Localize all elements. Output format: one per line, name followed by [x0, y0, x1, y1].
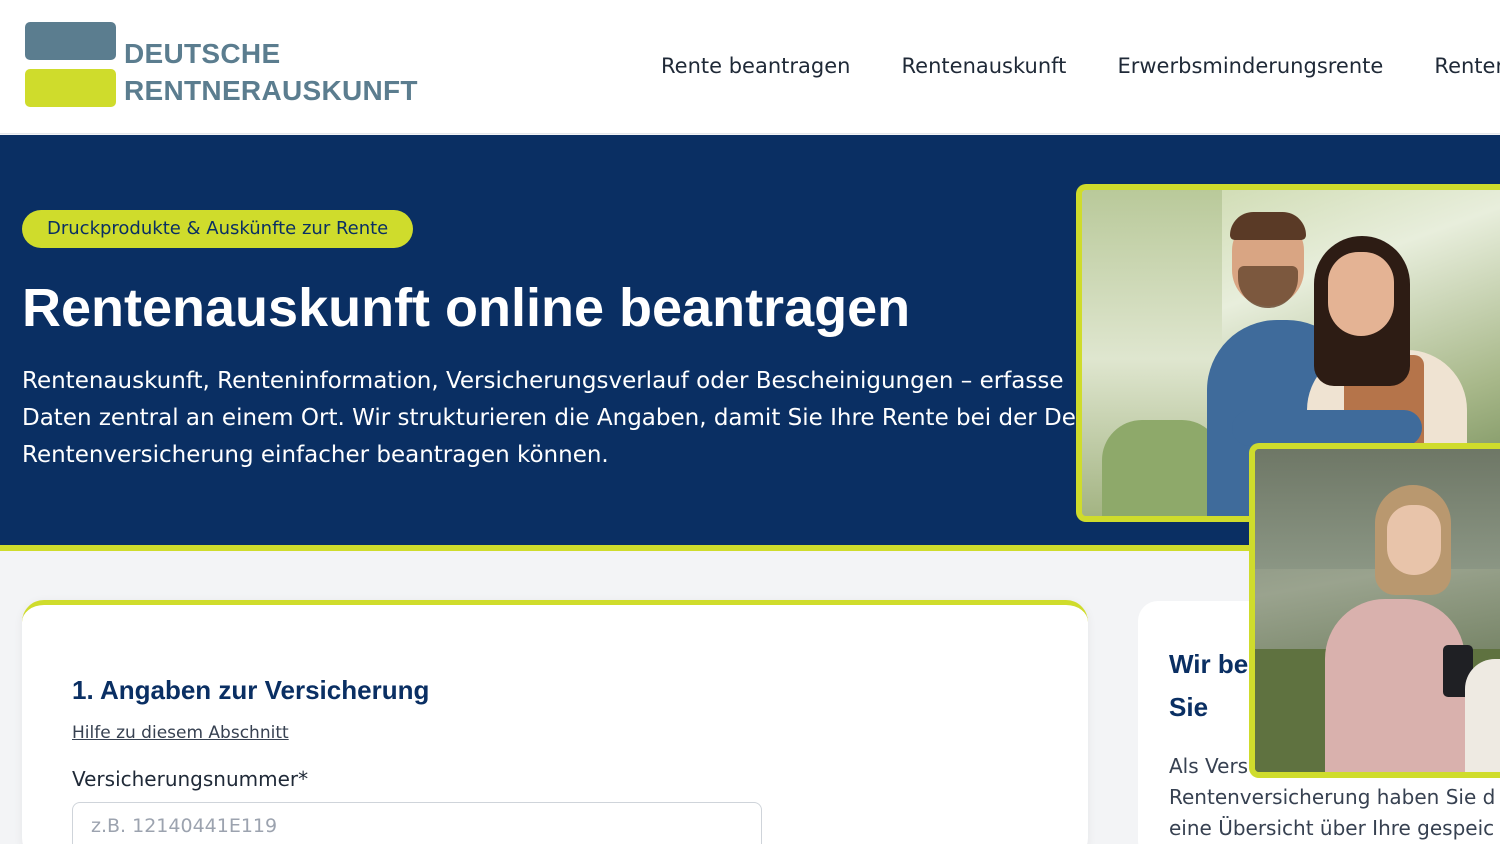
- insurance-number-label: Versicherungsnummer*: [72, 767, 309, 791]
- site-logo[interactable]: DEUTSCHE RENTNERAUSKUNFT: [25, 22, 418, 112]
- section-help-link[interactable]: Hilfe zu diesem Abschnitt: [72, 723, 289, 743]
- page-title: Rentenauskunft online beantragen: [22, 278, 911, 338]
- logo-mark-top: [25, 22, 116, 60]
- hero-text-line: Daten zentral an einem Ort. Wir struktur…: [22, 405, 1076, 431]
- insurance-form-card: 1. Angaben zur Versicherung Hilfe zu die…: [22, 600, 1088, 844]
- logo-mark-bottom: [25, 69, 116, 107]
- logo-text-line2: RENTNERAUSKUNFT: [124, 75, 418, 106]
- insurance-number-input[interactable]: [72, 802, 762, 844]
- nav-item-erwerbsminderungsrente[interactable]: Erwerbsminderungsrente: [1117, 50, 1383, 82]
- hero-photo-woman-phone: [1249, 443, 1500, 778]
- hero-text-line: Rentenversicherung einfacher beantragen …: [22, 442, 609, 468]
- hero-badge: Druckprodukte & Auskünfte zur Rente: [22, 210, 414, 248]
- main-nav: Rente beantragen Rentenauskunft Erwerbsm…: [661, 50, 1500, 84]
- logo-text-line1: DEUTSCHE: [124, 38, 281, 69]
- section-title: 1. Angaben zur Versicherung: [72, 675, 430, 705]
- hero-text-line: Rentenauskunft, Renteninformation, Versi…: [22, 368, 1064, 394]
- nav-item-rentenauskunft[interactable]: Rentenauskunft: [902, 50, 1067, 82]
- nav-item-rente-beantragen[interactable]: Rente beantragen: [661, 50, 850, 82]
- site-header: DEUTSCHE RENTNERAUSKUNFT Rente beantrage…: [0, 0, 1500, 134]
- side-text-line: eine Übersicht über Ihre gespeic: [1169, 816, 1495, 840]
- nav-item-renten[interactable]: Renten: [1434, 50, 1500, 82]
- side-text-line: Rentenversicherung haben Sie d: [1169, 785, 1496, 809]
- hero-description: Rentenauskunft, Renteninformation, Versi…: [22, 363, 1082, 478]
